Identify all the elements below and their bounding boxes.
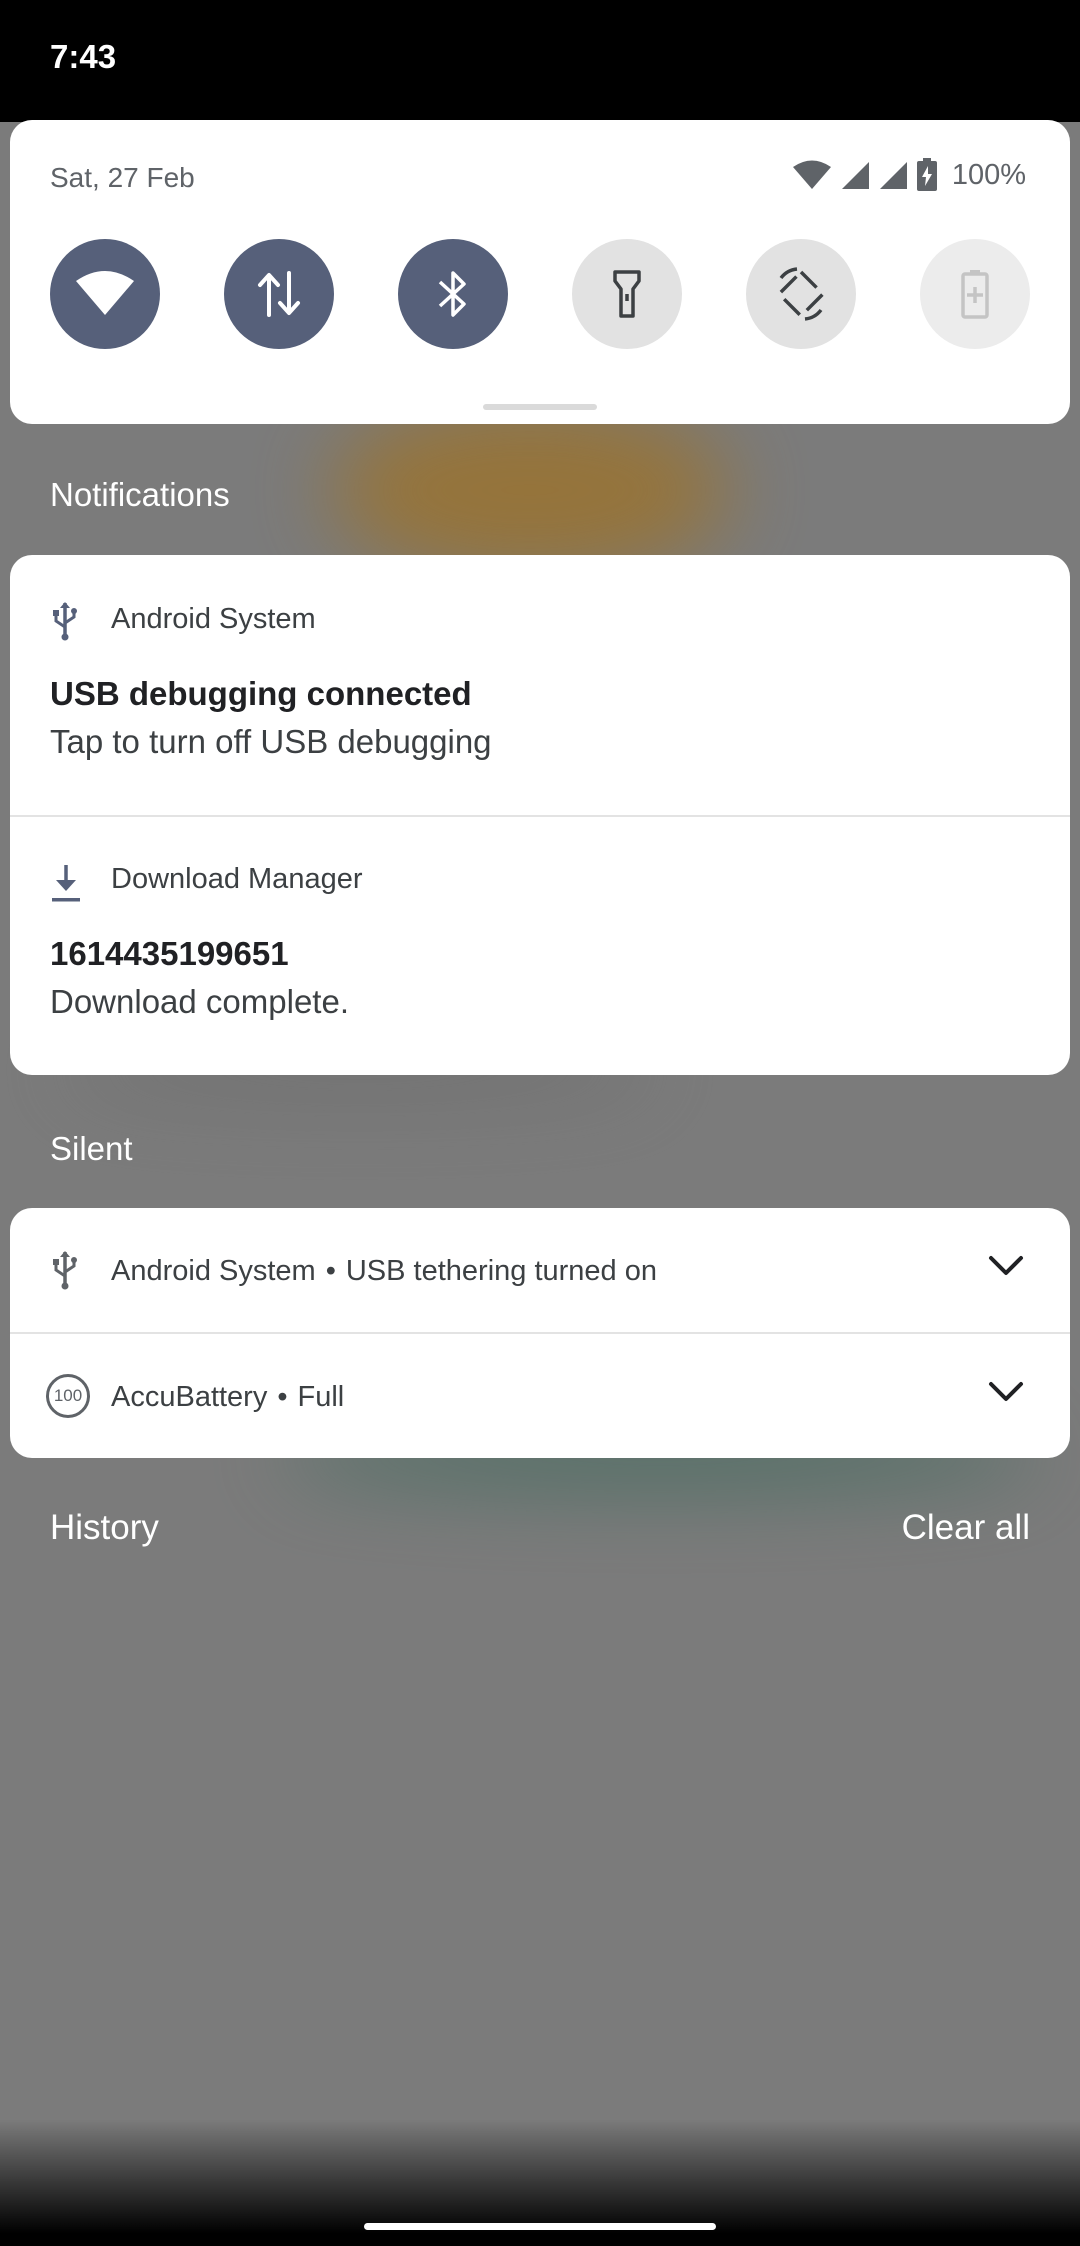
cell-signal-icon xyxy=(879,162,907,189)
notifications-card: Android System USB debugging connected T… xyxy=(10,555,1070,1075)
status-time: 7:43 xyxy=(50,38,117,75)
flashlight-icon xyxy=(613,270,641,318)
battery-percent: 100% xyxy=(951,158,1026,191)
background-blur xyxy=(330,400,730,580)
silent-app-name: Android System xyxy=(111,1255,316,1287)
wifi-tile[interactable] xyxy=(50,239,160,349)
status-bar: 7:43 xyxy=(0,0,1080,122)
notification-title: USB debugging connected xyxy=(50,675,472,712)
chevron-down-icon[interactable] xyxy=(988,1380,1024,1404)
notification-app-name: Download Manager xyxy=(111,863,363,895)
auto-rotate-icon xyxy=(777,267,825,321)
bluetooth-icon xyxy=(438,271,466,317)
history-button[interactable]: History xyxy=(50,1508,159,1548)
notification-app-name: Android System xyxy=(111,603,316,635)
mobile-data-tile[interactable] xyxy=(224,239,334,349)
accubattery-icon: 100 xyxy=(46,1374,90,1418)
home-gesture-handle[interactable] xyxy=(364,2223,716,2230)
notification-text: Tap to turn off USB debugging xyxy=(50,723,492,760)
notifications-header: Notifications xyxy=(50,476,230,513)
notification-usb-debugging[interactable]: Android System USB debugging connected T… xyxy=(10,555,1070,815)
qs-date[interactable]: Sat, 27 Feb xyxy=(50,162,195,194)
cell-signal-icon xyxy=(841,162,869,189)
silent-summary: Full xyxy=(297,1381,345,1413)
chevron-down-icon[interactable] xyxy=(988,1254,1024,1278)
clear-all-button[interactable]: Clear all xyxy=(902,1508,1030,1548)
bluetooth-tile[interactable] xyxy=(398,239,508,349)
notification-download[interactable]: Download Manager 1614435199651 Download … xyxy=(10,815,1070,1075)
silent-notification-usb-tethering[interactable]: Android System • USB tethering turned on xyxy=(10,1208,1070,1334)
silent-summary: USB tethering turned on xyxy=(345,1255,658,1287)
notification-text: Download complete. xyxy=(50,983,349,1020)
usb-icon xyxy=(53,602,77,641)
battery-saver-tile[interactable] xyxy=(920,239,1030,349)
battery-charging-icon xyxy=(916,158,937,191)
separator-dot: • xyxy=(325,1255,336,1287)
notification-title: 1614435199651 xyxy=(50,935,289,972)
silent-notification-accubattery[interactable]: 100 AccuBattery • Full xyxy=(10,1334,1070,1458)
flashlight-tile[interactable] xyxy=(572,239,682,349)
silent-app-name: AccuBattery xyxy=(111,1381,268,1413)
wifi-signal-icon xyxy=(792,160,831,189)
separator-dot: • xyxy=(277,1381,288,1413)
silent-header: Silent xyxy=(50,1130,133,1167)
usb-icon xyxy=(53,1251,77,1290)
qs-status-icons: 100% xyxy=(792,158,1026,192)
download-icon xyxy=(52,865,80,902)
silent-notification-text: AccuBattery • Full xyxy=(111,1381,344,1414)
auto-rotate-tile[interactable] xyxy=(746,239,856,349)
qs-drag-handle[interactable] xyxy=(483,404,597,410)
silent-notifications-card: Android System • USB tethering turned on 1… xyxy=(10,1208,1070,1458)
battery-saver-icon xyxy=(961,270,989,319)
quick-settings-panel[interactable]: Sat, 27 Feb 100% xyxy=(10,120,1070,424)
data-transfer-icon xyxy=(258,271,300,317)
silent-notification-text: Android System • USB tethering turned on xyxy=(111,1255,657,1288)
wifi-icon xyxy=(76,271,134,315)
